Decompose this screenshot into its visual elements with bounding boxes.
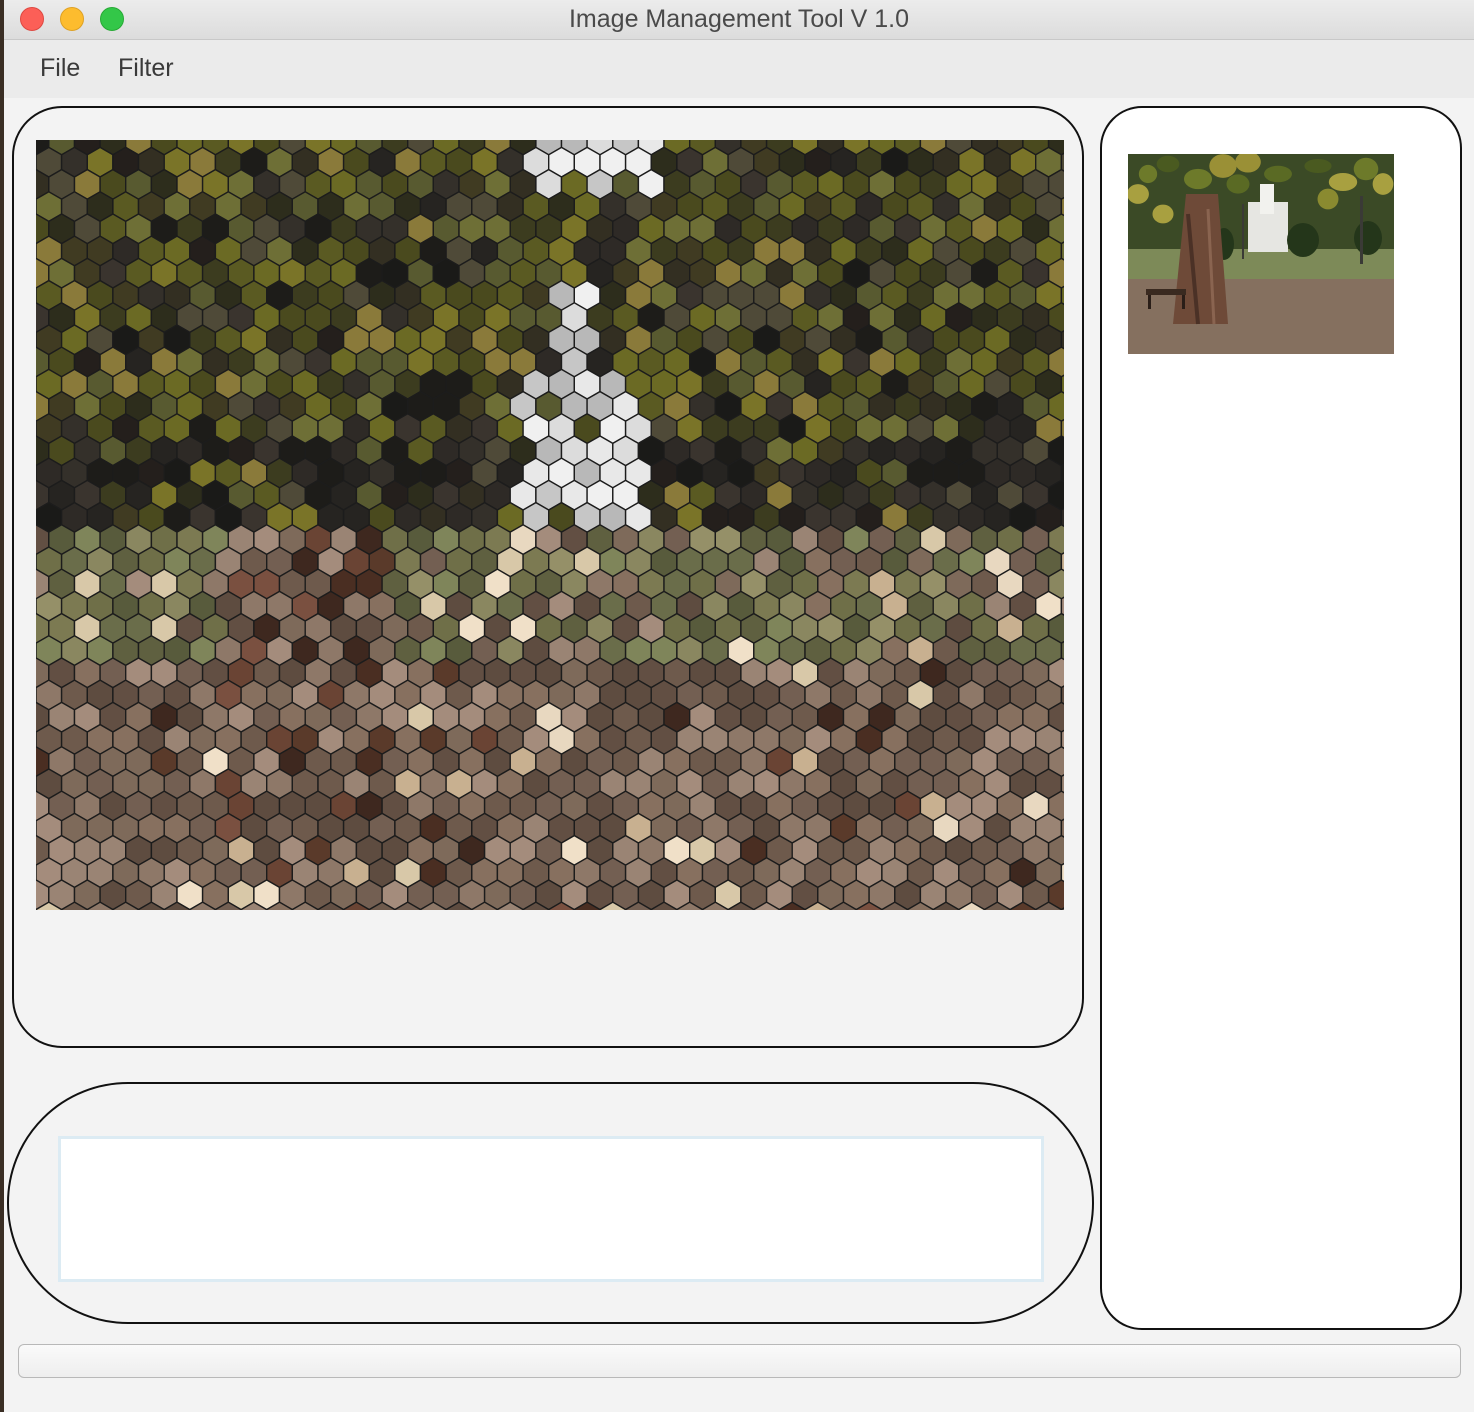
leaf-cluster	[1264, 165, 1292, 183]
leaf-cluster	[1353, 157, 1379, 181]
leaf-cluster	[1138, 164, 1158, 184]
window-title: Image Management Tool V 1.0	[568, 5, 910, 33]
thumbnail-image[interactable]	[1128, 154, 1394, 354]
leaf-cluster	[1328, 172, 1358, 192]
leaf-cluster	[1152, 204, 1174, 224]
park-thumbnail	[1128, 154, 1394, 354]
menu-file[interactable]: File	[40, 54, 80, 83]
leaf-cluster	[1317, 188, 1339, 210]
leaf-cluster	[1183, 168, 1213, 190]
menu-filter[interactable]: Filter	[118, 54, 174, 83]
leaf-cluster	[1226, 174, 1250, 194]
leaf-cluster	[1156, 155, 1180, 173]
status-bar	[18, 1344, 1461, 1378]
hexagon-mosaic-image	[36, 140, 1064, 910]
app-window: Image Management Tool V 1.0 File Filter	[4, 0, 1474, 1412]
log-text-area[interactable]	[58, 1136, 1044, 1282]
filtered-image-canvas[interactable]	[36, 140, 1064, 910]
leaf-cluster	[1209, 154, 1237, 178]
leaf-cluster	[1128, 184, 1149, 204]
title-bar: Image Management Tool V 1.0	[4, 0, 1474, 40]
leaf-cluster	[1372, 173, 1394, 195]
menu-bar: File Filter	[4, 40, 1474, 98]
leaf-cluster	[1304, 158, 1332, 174]
